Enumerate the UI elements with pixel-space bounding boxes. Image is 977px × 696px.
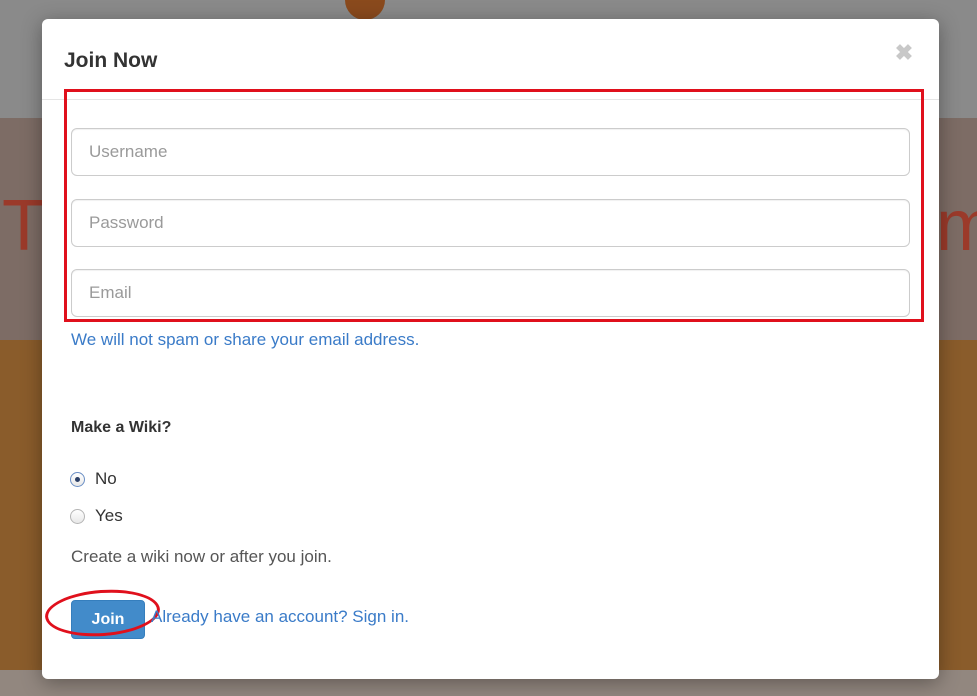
wiki-option-yes[interactable]: Yes bbox=[70, 506, 123, 526]
background-band-left bbox=[0, 340, 42, 696]
username-input[interactable] bbox=[71, 128, 910, 176]
email-input[interactable] bbox=[71, 269, 910, 317]
close-icon[interactable]: ✖ bbox=[892, 40, 916, 65]
background-band-right bbox=[938, 340, 977, 696]
wiki-option-yes-label: Yes bbox=[95, 506, 123, 525]
background-heading-right: m bbox=[936, 186, 977, 266]
background-heading-left: T bbox=[2, 186, 46, 266]
join-button[interactable]: Join bbox=[71, 600, 145, 639]
wiki-option-no[interactable]: No bbox=[70, 469, 117, 489]
radio-selected-dot bbox=[75, 476, 80, 482]
password-input[interactable] bbox=[71, 199, 910, 247]
radio-yes[interactable] bbox=[70, 508, 85, 524]
sign-in-link[interactable]: Already have an account? Sign in. bbox=[151, 607, 409, 627]
wiki-option-no-label: No bbox=[95, 469, 117, 488]
wiki-hint: Create a wiki now or after you join. bbox=[71, 547, 332, 566]
modal-header: Join Now ✖ bbox=[42, 19, 939, 100]
join-modal: Join Now ✖ We will not spam or share you… bbox=[42, 19, 939, 679]
modal-title: Join Now bbox=[64, 49, 158, 72]
make-wiki-label: Make a Wiki? bbox=[71, 419, 172, 436]
radio-no[interactable] bbox=[70, 471, 85, 487]
spam-note: We will not spam or share your email add… bbox=[71, 330, 420, 349]
